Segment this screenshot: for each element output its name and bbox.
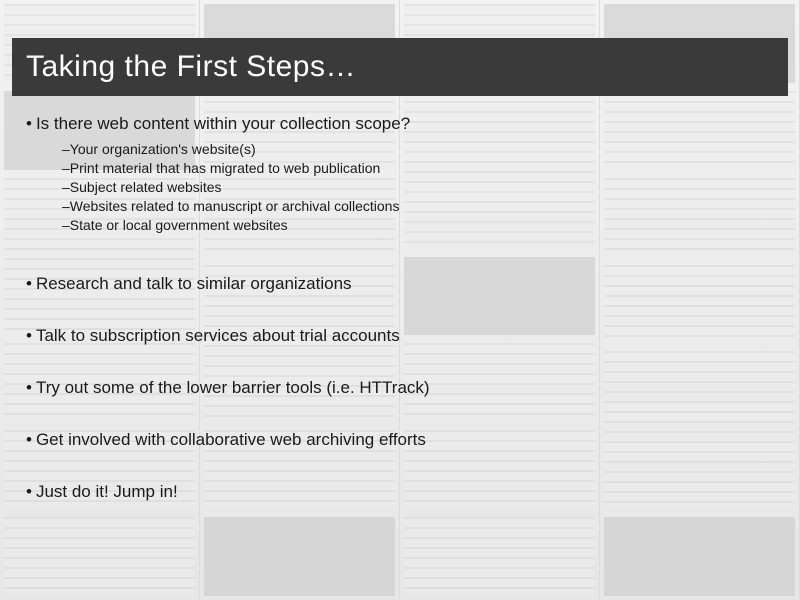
bullet-text: Research and talk to similar organizatio… xyxy=(36,274,352,293)
bullet-text: Just do it! Jump in! xyxy=(36,482,178,501)
bullet-text: Talk to subscription services about tria… xyxy=(36,326,400,345)
sub-item: –State or local government websites xyxy=(62,216,774,235)
sub-item: –Subject related websites xyxy=(62,178,774,197)
bullet-main: •Just do it! Jump in! xyxy=(26,482,774,502)
bullet-main: •Is there web content within your collec… xyxy=(26,114,774,134)
bullet-main: •Talk to subscription services about tri… xyxy=(26,326,774,346)
sub-list: –Your organization's website(s) –Print m… xyxy=(62,140,774,234)
sub-item: –Print material that has migrated to web… xyxy=(62,159,774,178)
slide-body: •Is there web content within your collec… xyxy=(26,114,774,588)
bullet-main: •Try out some of the lower barrier tools… xyxy=(26,378,774,398)
sub-item: –Your organization's website(s) xyxy=(62,140,774,159)
bullet-main: •Get involved with collaborative web arc… xyxy=(26,430,774,450)
bullet-text: Get involved with collaborative web arch… xyxy=(36,430,426,449)
bullet-text: Try out some of the lower barrier tools … xyxy=(36,378,430,397)
sub-item: –Websites related to manuscript or archi… xyxy=(62,197,774,216)
bullet-text: Is there web content within your collect… xyxy=(36,114,410,133)
title-bar: Taking the First Steps… xyxy=(12,38,788,96)
bullet-main: •Research and talk to similar organizati… xyxy=(26,274,774,294)
slide-title: Taking the First Steps… xyxy=(26,50,356,84)
slide: Taking the First Steps… •Is there web co… xyxy=(12,12,788,588)
